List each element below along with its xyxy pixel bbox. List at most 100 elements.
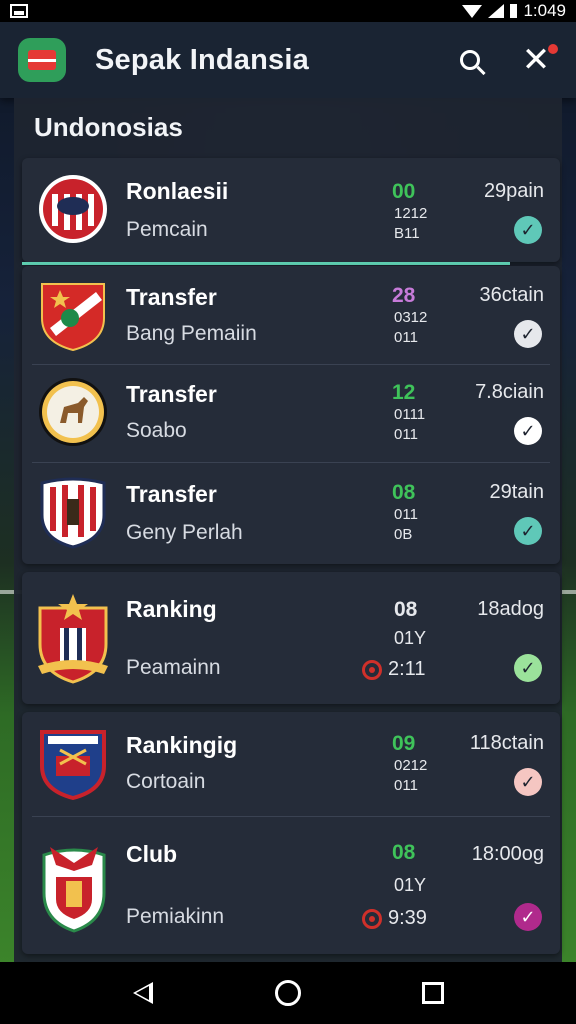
list-item[interactable]: Ronlaesii Pemcain 00 1212 B11 29pain ✓ — [22, 158, 560, 262]
row-right-label: 18adog — [477, 598, 544, 620]
app-bar: Sepak Indansia ✕ — [0, 22, 576, 98]
row-stats: 011 0B — [394, 505, 418, 545]
row-subtitle: Soabo — [126, 419, 187, 442]
row-stat-top: 011 — [394, 506, 418, 523]
row-right-label: 18:00og — [471, 843, 544, 865]
row-stat-bottom: 0B — [394, 526, 413, 543]
row-stats: 01Y — [394, 875, 426, 895]
search-button[interactable] — [448, 38, 492, 82]
notification-dot — [548, 44, 558, 54]
row-stats: 1212 B11 — [394, 204, 427, 244]
row-stat-top: 0212 — [394, 757, 428, 774]
check-icon[interactable]: ✓ — [514, 903, 542, 931]
row-stats: 01Y — [394, 628, 426, 648]
signal-icon — [488, 4, 505, 18]
match-time: 2:11 — [362, 658, 425, 681]
system-nav-bar — [0, 962, 576, 1024]
row-score: 08 — [392, 841, 416, 864]
close-icon: ✕ — [521, 41, 551, 79]
row-title: Transfer — [126, 284, 217, 310]
row-subtitle: Bang Pemaiin — [126, 322, 257, 345]
row-stat-top: 01Y — [394, 875, 427, 895]
list-item[interactable]: Rankingig Cortoain 09 0212 011 118ctain … — [22, 712, 560, 816]
crest-striped-shield-icon — [40, 477, 106, 549]
row-right-label: 29tain — [489, 481, 545, 503]
card-transfers: Transfer Bang Pemaiin 28 0312 011 36ctai… — [22, 266, 560, 564]
row-score: 12 — [392, 381, 416, 404]
row-right-label: 29pain — [483, 180, 544, 202]
back-button[interactable] — [118, 968, 168, 1018]
crest-blue-red-shield-icon — [40, 730, 106, 800]
status-bar: 1:049 — [0, 0, 576, 22]
row-stat-top: 0312 — [394, 309, 428, 326]
clock-icon — [362, 908, 382, 929]
check-icon[interactable]: ✓ — [514, 417, 542, 445]
row-right-label: 36ctain — [479, 284, 545, 306]
app-logo[interactable] — [18, 38, 66, 82]
check-icon[interactable]: ✓ — [514, 320, 542, 348]
close-button[interactable]: ✕ — [514, 38, 558, 82]
row-stat-bottom: 011 — [394, 777, 418, 794]
row-title: Club — [126, 841, 178, 867]
home-button[interactable] — [263, 968, 313, 1018]
main-panel: Undonosias Ronlaesii Pemcain 00 1212 B11… — [14, 98, 562, 962]
row-stat-bottom: 011 — [394, 426, 418, 443]
card-ranking[interactable]: Ranking Peamainn 08 01Y 2:11 18adog ✓ — [22, 572, 560, 704]
row-score: 09 — [392, 732, 416, 755]
row-stat-top: 0111 — [394, 406, 426, 423]
selection-indicator — [22, 262, 510, 265]
back-icon — [132, 982, 153, 1004]
row-title: Rankingig — [126, 732, 238, 758]
row-stat-bottom: B11 — [394, 225, 420, 242]
status-time: 1:049 — [523, 1, 566, 20]
row-score: 28 — [392, 284, 416, 307]
list-item[interactable]: Transfer Geny Perlah 08 011 0B 29tain ✓ — [22, 463, 560, 564]
notification-icon — [10, 4, 28, 18]
check-icon[interactable]: ✓ — [514, 216, 542, 244]
row-right-label: 118ctain — [469, 732, 544, 754]
row-title: Transfer — [126, 381, 217, 407]
row-subtitle: Geny Perlah — [126, 521, 243, 544]
clock-icon — [362, 659, 382, 680]
wifi-icon — [462, 4, 483, 18]
check-icon[interactable]: ✓ — [514, 517, 542, 545]
section-title: Undonosias — [34, 112, 183, 142]
recents-icon — [422, 982, 445, 1004]
check-icon[interactable]: ✓ — [514, 654, 542, 682]
crest-red-white-stripes-icon — [39, 175, 107, 243]
row-subtitle: Cortoain — [126, 770, 206, 793]
row-title: Ranking — [126, 596, 217, 622]
list-item[interactable]: Ranking Peamainn 08 01Y 2:11 18adog ✓ — [22, 572, 560, 704]
list-item[interactable]: Transfer Bang Pemaiin 28 0312 011 36ctai… — [22, 266, 560, 364]
row-right-label: 7.8ciain — [475, 381, 544, 403]
crest-dog-icon — [39, 378, 107, 446]
match-time: 9:39 — [362, 907, 427, 930]
list-item[interactable]: Club Pemiakinn 08 01Y 9:39 18:00og ✓ — [22, 817, 560, 954]
status-indicators: 1:049 — [462, 1, 566, 21]
row-subtitle: Peamainn — [126, 656, 221, 679]
crest-red-shield-icon — [41, 283, 105, 352]
match-time-value: 9:39 — [388, 907, 427, 929]
flag-icon — [28, 50, 56, 70]
list-item[interactable]: Transfer Soabo 12 0111 011 7.8ciain ✓ — [22, 365, 560, 462]
recents-button[interactable] — [408, 968, 458, 1018]
check-icon[interactable]: ✓ — [514, 768, 542, 796]
row-score: 08 — [392, 481, 416, 504]
row-score: 08 — [394, 598, 418, 621]
row-stats: 0111 011 — [394, 405, 425, 445]
row-title: Transfer — [126, 481, 217, 507]
row-stats: 0312 011 — [394, 308, 427, 348]
row-stat-bottom: 011 — [394, 329, 418, 346]
row-score: 00 — [392, 180, 416, 203]
row-stats: 0212 011 — [394, 756, 427, 796]
card-clubs: Rankingig Cortoain 09 0212 011 118ctain … — [22, 712, 560, 954]
home-icon — [274, 980, 301, 1006]
card-featured[interactable]: Ronlaesii Pemcain 00 1212 B11 29pain ✓ — [22, 158, 560, 262]
app-title: Sepak Indansia — [95, 43, 309, 76]
search-icon — [460, 50, 480, 70]
crest-eagle-icon — [42, 847, 106, 933]
row-stat-top: 01Y — [394, 628, 427, 648]
crest-star-shield-icon — [38, 594, 108, 684]
battery-icon — [510, 4, 518, 18]
row-subtitle: Pemcain — [126, 218, 208, 241]
